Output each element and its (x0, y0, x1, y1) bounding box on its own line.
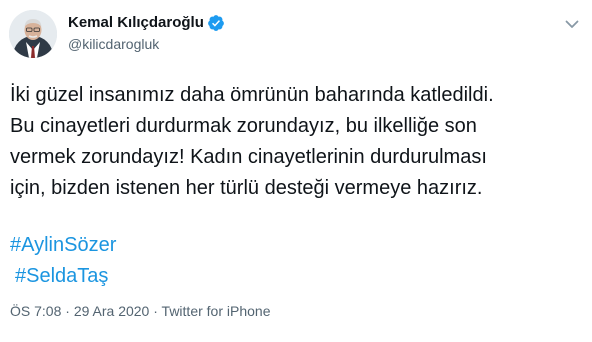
avatar[interactable] (9, 10, 57, 58)
tweet-time[interactable]: ÖS 7:08 (10, 303, 61, 319)
tweet-meta: ÖS 7:08 · 29 Ara 2020 · Twitter for iPho… (10, 302, 270, 320)
tweet-text: İki güzel insanımız daha ömrünün baharın… (10, 80, 585, 204)
author-name[interactable]: Kemal Kılıçdaroğlu (68, 14, 204, 32)
author-name-row[interactable]: Kemal Kılıçdaroğlu (68, 14, 225, 32)
chevron-down-icon[interactable] (562, 14, 582, 34)
tweet-source[interactable]: Twitter for iPhone (162, 303, 271, 319)
tweet-card: Kemal Kılıçdaroğlu @kilicdarogluk İki gü… (0, 0, 592, 342)
tweet-text-line: Bu cinayetleri durdurmak zorundayız, bu … (10, 115, 477, 137)
author-handle[interactable]: @kilicdarogluk (68, 35, 159, 53)
hashtag-link[interactable]: #AylinSözer (10, 230, 116, 261)
avatar-portrait (9, 10, 57, 58)
tweet-text-line: vermek zorundayız! Kadın cinayetlerinin … (10, 146, 487, 168)
verified-badge-icon (207, 14, 225, 32)
hashtag-link[interactable]: #SeldaTaş (10, 261, 116, 292)
tweet-text-line: için, bizden istenen her türlü desteği v… (10, 177, 483, 199)
meta-separator: · (149, 303, 162, 319)
tweet-text-line: İki güzel insanımız daha ömrünün baharın… (10, 84, 494, 106)
hashtag-list: #AylinSözer #SeldaTaş (10, 230, 116, 292)
tweet-date[interactable]: 29 Ara 2020 (74, 303, 150, 319)
meta-separator: · (61, 303, 74, 319)
